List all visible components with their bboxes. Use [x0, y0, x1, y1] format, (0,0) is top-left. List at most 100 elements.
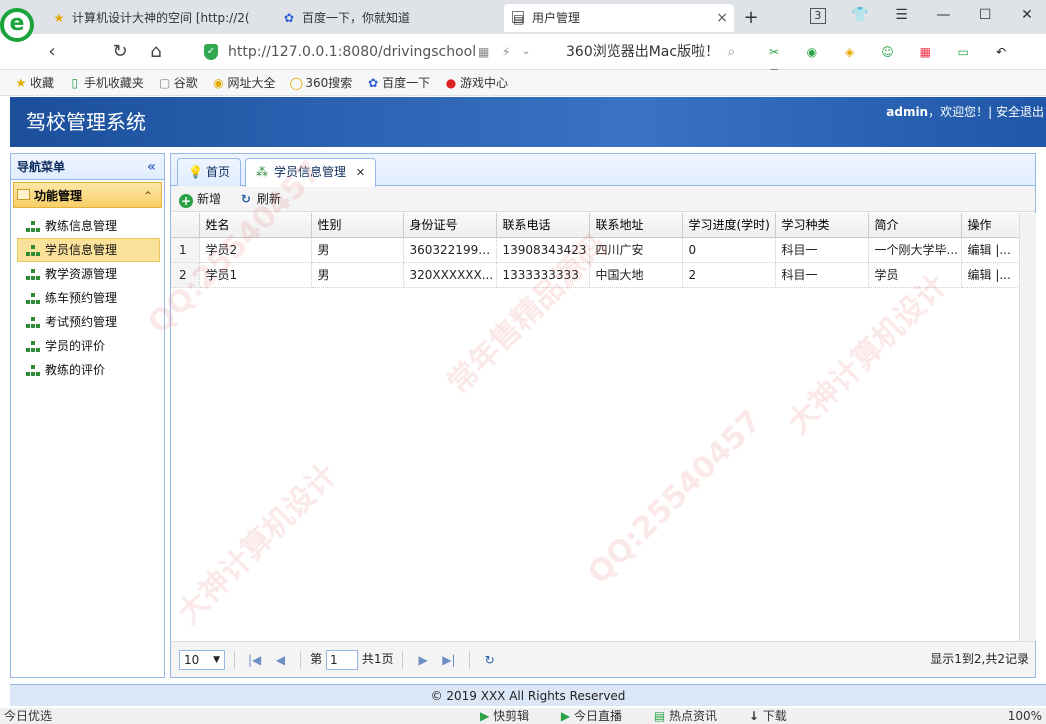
page-size-select[interactable]: 10 ▼ [179, 649, 225, 670]
bookmark-baidu[interactable]: ✿ 百度一下 [362, 70, 436, 96]
cell-name: 学员1 [199, 262, 312, 288]
browser-tab-3[interactable]: ▤ 用户管理 × [504, 4, 734, 32]
accordion-title: 功能管理 [34, 189, 83, 203]
prev-page-icon[interactable]: ◀ [269, 643, 291, 677]
status-item-live[interactable]: ▶ 今日直播 [561, 708, 636, 724]
battery-icon[interactable]: ▭ [949, 42, 977, 62]
cell-progress: 2 [682, 262, 776, 288]
lightbulb-icon: 💡 [188, 165, 203, 179]
browser-tab-2[interactable]: ✿ 百度一下，你就知道 [274, 4, 500, 32]
column-header-type[interactable]: 学习种类 [775, 213, 869, 238]
tab-home[interactable]: 💡 首页 [177, 158, 242, 186]
qr-icon[interactable]: ▦ [478, 40, 489, 64]
add-button[interactable]: + 新增 [179, 186, 221, 212]
bookmark-google[interactable]: ▢ 谷歌 [154, 70, 204, 96]
add-button-label: 新增 [197, 192, 222, 206]
accordion-header-function[interactable]: 功能管理 ⌃ [13, 182, 162, 208]
sidebar-item-student-review[interactable]: 学员的评价 [17, 334, 160, 358]
app-title: 驾校管理系统 [26, 110, 146, 134]
bookmark-favorites[interactable]: ★ 收藏 [10, 70, 60, 96]
emoji-icon[interactable]: ☺ [873, 42, 901, 62]
column-header-progress[interactable]: 学习进度(学时) [682, 213, 776, 238]
sidebar-item-practice-booking[interactable]: 练车预约管理 [17, 286, 160, 310]
tab-count-badge[interactable]: 3 [799, 0, 837, 30]
sidebar-item-label: 教练的评价 [45, 363, 106, 377]
column-header-actions[interactable]: 操作 [961, 213, 1020, 238]
chevron-up-icon[interactable]: ⌃ [143, 183, 153, 209]
undo-icon[interactable]: ↶ [987, 42, 1015, 62]
cell-name: 学员2 [199, 237, 312, 263]
back-icon[interactable]: ‹ [38, 38, 66, 66]
zoom-level[interactable]: 100% [1008, 708, 1042, 724]
apps-icon[interactable]: ▦ [911, 42, 939, 62]
column-header-address[interactable]: 联系地址 [589, 213, 683, 238]
chevron-down-icon[interactable]: ⌄ [522, 40, 530, 64]
table-row[interactable]: 1 学员2 男 3603221996... 13908343423 四川广安 0… [171, 237, 1020, 263]
minimize-icon[interactable]: — [924, 0, 962, 30]
skin-icon[interactable]: 👕 [841, 0, 879, 30]
sidebar-item-coach[interactable]: 教练信息管理 [17, 214, 160, 238]
translate-icon[interactable]: ◉ [798, 42, 826, 62]
tab-student-management[interactable]: ⁂ 学员信息管理 ✕ [245, 158, 377, 187]
column-header-phone[interactable]: 联系电话 [496, 213, 590, 238]
sidebar-item-label: 教学资源管理 [45, 267, 118, 281]
username: admin [886, 105, 929, 119]
close-tab-icon[interactable]: × [716, 4, 728, 32]
new-tab-button[interactable]: + [736, 4, 766, 32]
logout-link[interactable]: 安全退出 [996, 105, 1044, 119]
bookmark-sites[interactable]: ◉ 网址大全 [208, 70, 282, 96]
cell-actions[interactable]: 编辑 |... [961, 262, 1020, 288]
browser-tab-1[interactable]: ★ 计算机设计大神的空间 [http://2( [44, 4, 272, 32]
close-icon[interactable]: ✕ [356, 166, 365, 179]
close-window-icon[interactable]: ✕ [1008, 0, 1046, 30]
first-page-icon[interactable]: |◀ [244, 643, 266, 677]
lightning-icon[interactable]: ⚡ [502, 40, 510, 64]
reload-icon[interactable]: ↻ [479, 643, 501, 677]
cell-actions[interactable]: 编辑 |... [961, 237, 1020, 263]
column-header-gender[interactable]: 性别 [311, 213, 404, 238]
refresh-button[interactable]: ↻ 刷新 [239, 186, 281, 212]
sidebar-item-coach-review[interactable]: 教练的评价 [17, 358, 160, 382]
cell-progress: 0 [682, 237, 776, 263]
app-footer: © 2019 XXX All Rights Reserved [10, 684, 1046, 706]
browser-tab-strip: e ★ 计算机设计大神的空间 [http://2( ✿ 百度一下，你就知道 ▤ … [0, 0, 1046, 42]
column-header-intro[interactable]: 简介 [868, 213, 962, 238]
cell-id-number: 320XXXXXX... [403, 262, 497, 288]
sidebar-item-resources[interactable]: 教学资源管理 [17, 262, 160, 286]
table-row[interactable]: 2 学员1 男 320XXXXXX... 1333333333 中国大地 2 科… [171, 262, 1020, 288]
maximize-icon[interactable]: ☐ [966, 0, 1004, 30]
shield-coin-icon[interactable]: ◈ [836, 42, 864, 62]
bookmark-label: 收藏 [30, 76, 55, 90]
status-item-download[interactable]: ↓ 下载 [749, 708, 801, 724]
menu-icon[interactable]: ☰ [883, 0, 921, 30]
next-page-icon[interactable]: ▶ [412, 643, 434, 677]
bookmark-360search[interactable]: ◯ 360搜索 [285, 70, 358, 96]
home-icon[interactable]: ⌂ [142, 38, 170, 66]
browser-tab-label: 百度一下，你就知道 [302, 11, 411, 25]
column-header-id-number[interactable]: 身份证号 [403, 213, 497, 238]
search-icon[interactable]: ⌕ [728, 44, 736, 60]
collapse-left-icon[interactable]: « [147, 154, 156, 180]
bookmark-mobile[interactable]: ▯ 手机收藏夹 [64, 70, 150, 96]
tree-icon [26, 341, 40, 352]
secure-shield-icon: ✓ [204, 44, 218, 60]
status-item-news[interactable]: ▤ 热点资讯 [654, 708, 731, 724]
status-left[interactable]: 今日优选 [4, 709, 52, 723]
sidebar-item-student[interactable]: 学员信息管理 [17, 238, 160, 262]
page-number-input[interactable]: 1 [325, 649, 358, 670]
pagination-bar: 10 ▼ |◀ ◀ 第 1 共1页 ▶ ▶| ↻ 显示1到2,共2记录 [171, 641, 1035, 677]
bookmark-label: 360搜索 [305, 76, 353, 90]
grid-scrollbar[interactable] [1019, 213, 1036, 641]
welcome-text: ，欢迎您！| [928, 105, 993, 119]
reload-icon[interactable]: ↻ [106, 38, 134, 66]
scissors-icon[interactable]: ✂ [760, 42, 788, 62]
bookmark-games[interactable]: ● 游戏中心 [440, 70, 514, 96]
table-header-row: 姓名 性别 身份证号 联系电话 联系地址 学习进度(学时) 学习种类 简介 操作 [171, 213, 1020, 238]
column-header-name[interactable]: 姓名 [199, 213, 312, 238]
search-hint[interactable]: 360浏览器出Mac版啦！ ⌕ [566, 40, 735, 64]
bookmark-label: 谷歌 [173, 76, 198, 90]
last-page-icon[interactable]: ▶| [438, 643, 460, 677]
page-size-value: 10 [184, 652, 200, 667]
sidebar-item-exam-booking[interactable]: 考试预约管理 [17, 310, 160, 334]
status-item-clip[interactable]: ▶ 快剪辑 [480, 708, 543, 724]
